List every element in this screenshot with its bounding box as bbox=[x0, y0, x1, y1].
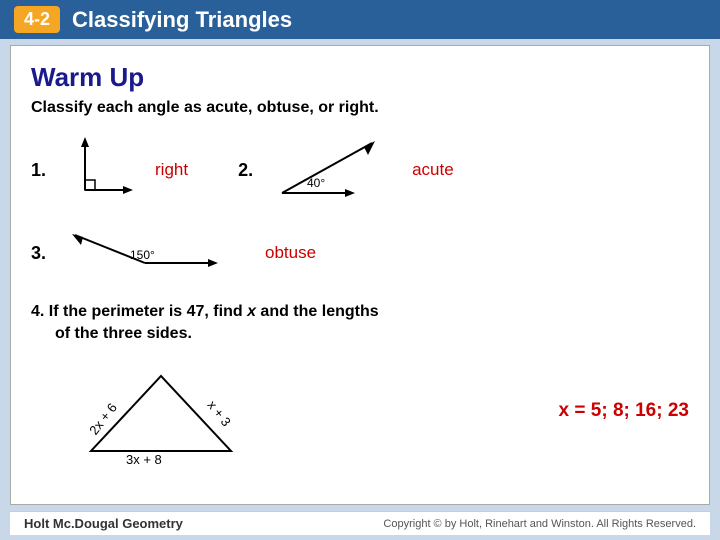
footer: Holt Mc.Dougal Geometry Copyright © by H… bbox=[10, 511, 710, 535]
ex4-answer: x = 5; 8; 16; 23 bbox=[559, 400, 689, 422]
ex4-number: 4. If the perimeter is 47, find x and th… bbox=[31, 303, 379, 320]
footer-left: Holt Mc.Dougal Geometry bbox=[24, 516, 183, 531]
footer-right: Copyright © by Holt, Rinehart and Winsto… bbox=[383, 518, 696, 530]
exercise-4-block: 4. If the perimeter is 47, find x and th… bbox=[31, 301, 689, 466]
header-title: Classifying Triangles bbox=[72, 7, 292, 33]
ex1-answer: right bbox=[155, 160, 188, 180]
ex4-triangle-diagram: 2x + 6 x + 3 3x + 8 bbox=[31, 356, 291, 466]
exercise-2: 2. 40° acute bbox=[238, 135, 454, 205]
svg-text:40°: 40° bbox=[307, 176, 325, 190]
header: 4-2 Classifying Triangles bbox=[0, 0, 720, 39]
ex1-diagram bbox=[65, 135, 135, 205]
ex3-answer: obtuse bbox=[265, 243, 316, 263]
svg-text:150°: 150° bbox=[130, 248, 155, 262]
lesson-badge: 4-2 bbox=[14, 6, 60, 33]
warm-up-title: Warm Up bbox=[31, 62, 689, 93]
ex3-number: 3. bbox=[31, 243, 55, 264]
instruction: Classify each angle as acute, obtuse, or… bbox=[31, 99, 689, 117]
ex1-number: 1. bbox=[31, 160, 55, 181]
svg-text:x + 3: x + 3 bbox=[205, 397, 234, 429]
ex4-text: 4. If the perimeter is 47, find x and th… bbox=[31, 301, 689, 346]
ex2-answer: acute bbox=[412, 160, 454, 180]
svg-text:2x + 6: 2x + 6 bbox=[86, 400, 120, 437]
ex2-number: 2. bbox=[238, 160, 262, 181]
ex3-diagram: 150° bbox=[65, 223, 225, 283]
exercise-1: 1. right bbox=[31, 135, 188, 205]
exercises-row-1-2: 1. right 2. bbox=[31, 135, 689, 205]
ex4-text2: of the three sides. bbox=[55, 325, 192, 342]
ex2-diagram: 40° bbox=[272, 135, 392, 205]
ex4-diagram-row: 2x + 6 x + 3 3x + 8 x = 5; 8; 16; 23 bbox=[31, 356, 689, 466]
svg-text:3x + 8: 3x + 8 bbox=[126, 452, 162, 466]
exercise-3-row: 3. 150° obtuse bbox=[31, 223, 689, 283]
main-content: Warm Up Classify each angle as acute, ob… bbox=[10, 45, 710, 505]
